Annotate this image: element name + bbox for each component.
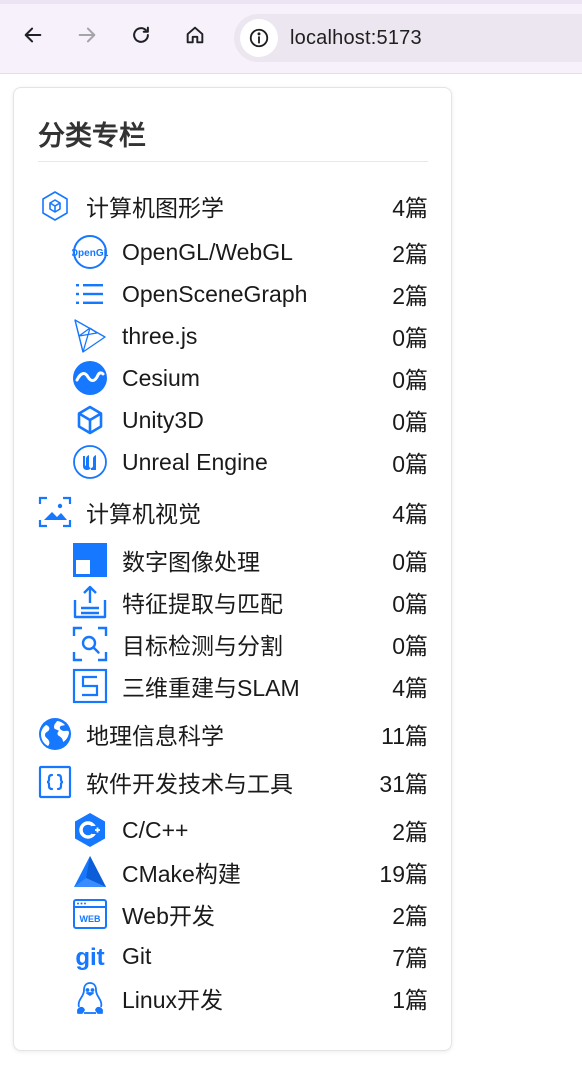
svg-text:OpenGL: OpenGL — [72, 248, 108, 259]
globe-icon — [38, 717, 72, 751]
linux-penguin-icon — [72, 980, 108, 1016]
home-button[interactable] — [178, 18, 212, 52]
site-info-button[interactable] — [240, 19, 278, 57]
image-scan-icon — [38, 495, 72, 529]
scan-search-icon — [72, 626, 108, 662]
svg-text:WEB: WEB — [80, 914, 101, 924]
subcategory-item-unreal[interactable]: Unreal Engine 0篇 — [72, 442, 428, 482]
unreal-logo-icon — [72, 444, 108, 480]
subcategory-item-linux[interactable]: Linux开发 1篇 — [72, 978, 428, 1018]
cesium-logo-icon — [72, 360, 108, 396]
address-bar[interactable]: localhost:5173 — [234, 14, 582, 62]
forward-arrow-icon — [78, 27, 96, 43]
graphics-cube-icon — [38, 189, 72, 223]
web-browser-icon: WEB — [72, 896, 108, 932]
subcategory-item-feature-matching[interactable]: 特征提取与匹配 0篇 — [72, 582, 428, 622]
subcategory-item-image-processing[interactable]: 数字图像处理 0篇 — [72, 540, 428, 580]
subcategory-item-threejs[interactable]: three.js 0篇 — [72, 316, 428, 356]
home-icon — [186, 26, 204, 44]
subcategory-item-slam[interactable]: 三维重建与SLAM 4篇 — [72, 666, 428, 706]
info-icon — [249, 28, 269, 48]
category-item-graphics[interactable]: 计算机图形学 4篇 — [38, 186, 428, 226]
reload-icon — [133, 26, 149, 43]
category-item-software-dev[interactable]: 软件开发技术与工具 31篇 — [38, 762, 428, 802]
back-arrow-icon — [24, 27, 42, 43]
back-button[interactable] — [16, 18, 50, 52]
opengl-logo-icon: OpenGL — [72, 234, 108, 270]
subcategory-item-openscenegraph[interactable]: OpenSceneGraph 2篇 — [72, 274, 428, 314]
subcategory-item-git[interactable]: git Git 7篇 — [72, 936, 428, 976]
slam-s-icon — [72, 668, 108, 704]
upload-tray-icon — [72, 584, 108, 620]
image-block-icon — [72, 542, 108, 578]
category-card: 分类专栏 计算机图形学 4篇 OpenGL OpenGL/WebGL 2篇 Op… — [13, 87, 452, 1051]
subcategory-item-web[interactable]: WEB Web开发 2篇 — [72, 894, 428, 934]
cpp-logo-icon — [72, 812, 108, 848]
cmake-logo-icon — [72, 854, 108, 890]
code-braces-icon — [38, 765, 72, 799]
browser-toolbar: localhost:5173 — [0, 0, 582, 74]
card-divider — [38, 161, 428, 162]
subcategory-item-opengl[interactable]: OpenGL OpenGL/WebGL 2篇 — [72, 232, 428, 272]
subcategory-item-cmake[interactable]: CMake构建 19篇 — [72, 852, 428, 892]
subcategory-item-detection[interactable]: 目标检测与分割 0篇 — [72, 624, 428, 664]
list-icon — [72, 276, 108, 312]
subcategory-item-cpp[interactable]: C/C++ 2篇 — [72, 810, 428, 850]
svg-text:git: git — [75, 944, 104, 971]
forward-button[interactable] — [70, 18, 104, 52]
card-title: 分类专栏 — [38, 121, 146, 151]
git-logo-icon: git — [72, 938, 108, 974]
category-item-gis[interactable]: 地理信息科学 11篇 — [38, 714, 428, 754]
category-item-vision[interactable]: 计算机视觉 4篇 — [38, 492, 428, 532]
url-text[interactable]: localhost:5173 — [290, 27, 422, 50]
subcategory-item-unity3d[interactable]: Unity3D 0篇 — [72, 400, 428, 440]
subcategory-item-cesium[interactable]: Cesium 0篇 — [72, 358, 428, 398]
reload-button[interactable] — [124, 18, 158, 52]
threejs-logo-icon — [72, 318, 108, 354]
unity-logo-icon — [72, 402, 108, 438]
